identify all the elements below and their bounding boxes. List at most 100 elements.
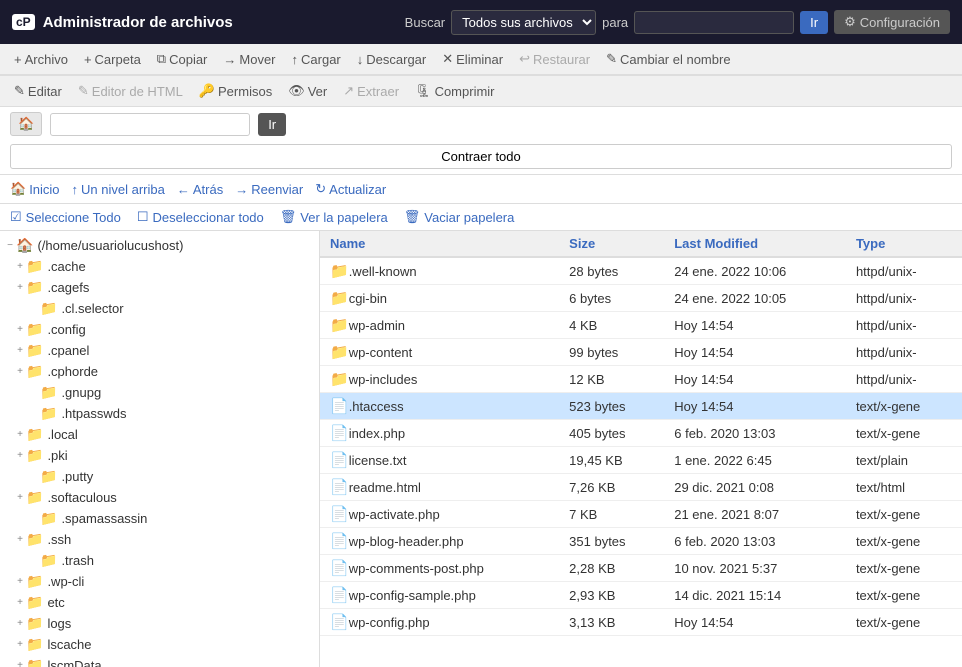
toolbar-ver-button[interactable]: 👁Ver	[282, 80, 333, 102]
nav-inicio-button[interactable]: 🏠Inicio	[10, 181, 60, 197]
folder-icon: 📁	[26, 363, 43, 380]
table-row[interactable]: 📄wp-blog-header.php 351 bytes 6 feb. 202…	[320, 528, 962, 555]
sidebar-tree-item[interactable]: + 📁 .ssh	[0, 529, 319, 550]
sidebar-tree-item[interactable]: + 📁 .cagefs	[0, 277, 319, 298]
sidebar-tree-item[interactable]: + 📁 .pki	[0, 445, 319, 466]
toolbar-eliminar-button[interactable]: ✕Eliminar	[436, 48, 509, 70]
mover-icon: →	[223, 52, 236, 67]
table-row[interactable]: 📄wp-config.php 3,13 KB Hoy 14:54 text/x-…	[320, 609, 962, 636]
file-type-cell: httpd/unix-	[846, 312, 962, 339]
toolbar-archivo-button[interactable]: +Archivo	[8, 49, 74, 70]
sidebar-tree-item[interactable]: + 📁 .cache	[0, 256, 319, 277]
table-row[interactable]: 📄license.txt 19,45 KB 1 ene. 2022 6:45 t…	[320, 447, 962, 474]
sidebar-tree-item[interactable]: 📁 .htpasswds	[0, 403, 319, 424]
table-row[interactable]: 📁wp-content 99 bytes Hoy 14:54 httpd/uni…	[320, 339, 962, 366]
nav-actualizar-button[interactable]: ↻Actualizar	[315, 181, 386, 197]
table-row[interactable]: 📄wp-config-sample.php 2,93 KB 14 dic. 20…	[320, 582, 962, 609]
carpeta-icon: +	[84, 52, 92, 67]
seleccione-todo-icon: ☑	[10, 209, 22, 225]
file-name-cell: 📁wp-admin	[320, 312, 559, 339]
sidebar-tree-item[interactable]: − 🏠 (/home/usuariolucushost)	[0, 235, 319, 256]
search-scope-select[interactable]: Todos sus archivosSolo archivosSolo dire…	[451, 10, 596, 35]
table-row[interactable]: 📁cgi-bin 6 bytes 24 ene. 2022 10:05 http…	[320, 285, 962, 312]
tree-label: lscache	[47, 637, 91, 652]
table-row[interactable]: 📁wp-admin 4 KB Hoy 14:54 httpd/unix-	[320, 312, 962, 339]
nav-reenviar-button[interactable]: →Reenviar	[235, 182, 303, 197]
toolbar-carpeta-button[interactable]: +Carpeta	[78, 49, 147, 70]
sel-seleccione-todo-button[interactable]: ☑Seleccione Todo	[10, 209, 121, 225]
folder-icon: 📁	[40, 300, 57, 317]
table-row[interactable]: 📄.htaccess 523 bytes Hoy 14:54 text/x-ge…	[320, 393, 962, 420]
folder-icon: 📁	[26, 426, 43, 443]
sidebar-tree-item[interactable]: + 📁 lscache	[0, 634, 319, 655]
sidebar-tree-item[interactable]: + 📁 etc	[0, 592, 319, 613]
toolbar-cargar-button[interactable]: ↑Cargar	[286, 49, 347, 70]
file-modified-cell: 24 ene. 2022 10:06	[664, 257, 846, 285]
sidebar-tree-item[interactable]: 📁 .spamassassin	[0, 508, 319, 529]
sidebar-tree-item[interactable]: 📁 .trash	[0, 550, 319, 571]
sidebar-tree-item[interactable]: + 📁 .local	[0, 424, 319, 445]
home-button[interactable]: 🏠	[10, 112, 42, 136]
file-modified-cell: 29 dic. 2021 0:08	[664, 474, 846, 501]
table-row[interactable]: 📄wp-activate.php 7 KB 21 ene. 2021 8:07 …	[320, 501, 962, 528]
sidebar-tree-item[interactable]: + 📁 .config	[0, 319, 319, 340]
col-size[interactable]: Size	[559, 231, 664, 257]
col-name[interactable]: Name	[320, 231, 559, 257]
toolbar-copiar-button[interactable]: ⧉Copiar	[151, 48, 214, 70]
tree-label: .cagefs	[47, 280, 89, 295]
table-row[interactable]: 📄readme.html 7,26 KB 29 dic. 2021 0:08 t…	[320, 474, 962, 501]
sidebar-tree-item[interactable]: 📁 .cl.selector	[0, 298, 319, 319]
toolbar-editor-html-button: ✎Editor de HTML	[72, 80, 189, 102]
nav-un-nivel-arriba-button[interactable]: ↑Un nivel arriba	[72, 182, 165, 197]
path-input[interactable]: public_html	[50, 113, 250, 136]
toolbar-permisos-button[interactable]: 🔑Permisos	[193, 80, 278, 102]
sidebar-tree-item[interactable]: + 📁 .wp-cli	[0, 571, 319, 592]
table-row[interactable]: 📁.well-known 28 bytes 24 ene. 2022 10:06…	[320, 257, 962, 285]
file-size-cell: 4 KB	[559, 312, 664, 339]
file-type-cell: text/x-gene	[846, 393, 962, 420]
sidebar-tree-item[interactable]: + 📁 logs	[0, 613, 319, 634]
sidebar-tree-item[interactable]: + 📁 .softaculous	[0, 487, 319, 508]
path-go-button[interactable]: Ir	[258, 113, 286, 136]
toolbar-mover-button[interactable]: →Mover	[217, 49, 281, 70]
config-button[interactable]: ⚙ Configuración	[834, 10, 950, 34]
search-go-button[interactable]: Ir	[800, 11, 828, 34]
table-row[interactable]: 📁wp-includes 12 KB Hoy 14:54 httpd/unix-	[320, 366, 962, 393]
file-modified-cell: Hoy 14:54	[664, 312, 846, 339]
folder-icon: 📁	[26, 573, 43, 590]
file-name: .well-known	[349, 264, 417, 279]
sel-vaciar-papelera-button[interactable]: 🗑Vaciar papelera	[404, 209, 515, 225]
sidebar-tree-item[interactable]: 📁 .putty	[0, 466, 319, 487]
file-modified-cell: 14 dic. 2021 15:14	[664, 582, 846, 609]
tree-label: etc	[47, 595, 64, 610]
sidebar-tree-item[interactable]: + 📁 lscmData	[0, 655, 319, 667]
table-row[interactable]: 📄wp-comments-post.php 2,28 KB 10 nov. 20…	[320, 555, 962, 582]
file-size-cell: 12 KB	[559, 366, 664, 393]
toolbar-descargar-button[interactable]: ↓Descargar	[351, 49, 432, 70]
gear-icon: ⚙	[844, 14, 856, 30]
file-size-cell: 7 KB	[559, 501, 664, 528]
col-last-modified[interactable]: Last Modified	[664, 231, 846, 257]
extraer-icon: ↗	[343, 83, 354, 99]
tree-toggle: +	[14, 492, 26, 503]
tree-toggle: +	[14, 450, 26, 461]
sel-ver-papelera-button[interactable]: 🗑Ver la papelera	[280, 209, 388, 225]
sidebar-tree-item[interactable]: + 📁 .cpanel	[0, 340, 319, 361]
col-type[interactable]: Type	[846, 231, 962, 257]
sidebar-tree-item[interactable]: 📁 .gnupg	[0, 382, 319, 403]
collapse-all-button[interactable]: Contraer todo	[10, 144, 952, 169]
permisos-icon: 🔑	[199, 83, 215, 99]
tree-label: .local	[47, 427, 77, 442]
toolbar-comprimir-button[interactable]: 🗜Comprimir	[409, 80, 500, 102]
search-input[interactable]	[634, 11, 794, 34]
tree-label: logs	[47, 616, 71, 631]
toolbar-editar-button[interactable]: ✎Editar	[8, 80, 68, 102]
config-label: Configuración	[860, 15, 940, 30]
toolbar-cambiar-nombre-button[interactable]: ✎Cambiar el nombre	[600, 48, 736, 70]
table-row[interactable]: 📄index.php 405 bytes 6 feb. 2020 13:03 t…	[320, 420, 962, 447]
sidebar-tree-item[interactable]: + 📁 .cphorde	[0, 361, 319, 382]
nav-atras-button[interactable]: ←Atrás	[177, 182, 223, 197]
para-label: para	[602, 15, 628, 30]
sel-deseleccionar-todo-button[interactable]: ☐Deseleccionar todo	[137, 209, 264, 225]
file-name: wp-admin	[349, 318, 405, 333]
